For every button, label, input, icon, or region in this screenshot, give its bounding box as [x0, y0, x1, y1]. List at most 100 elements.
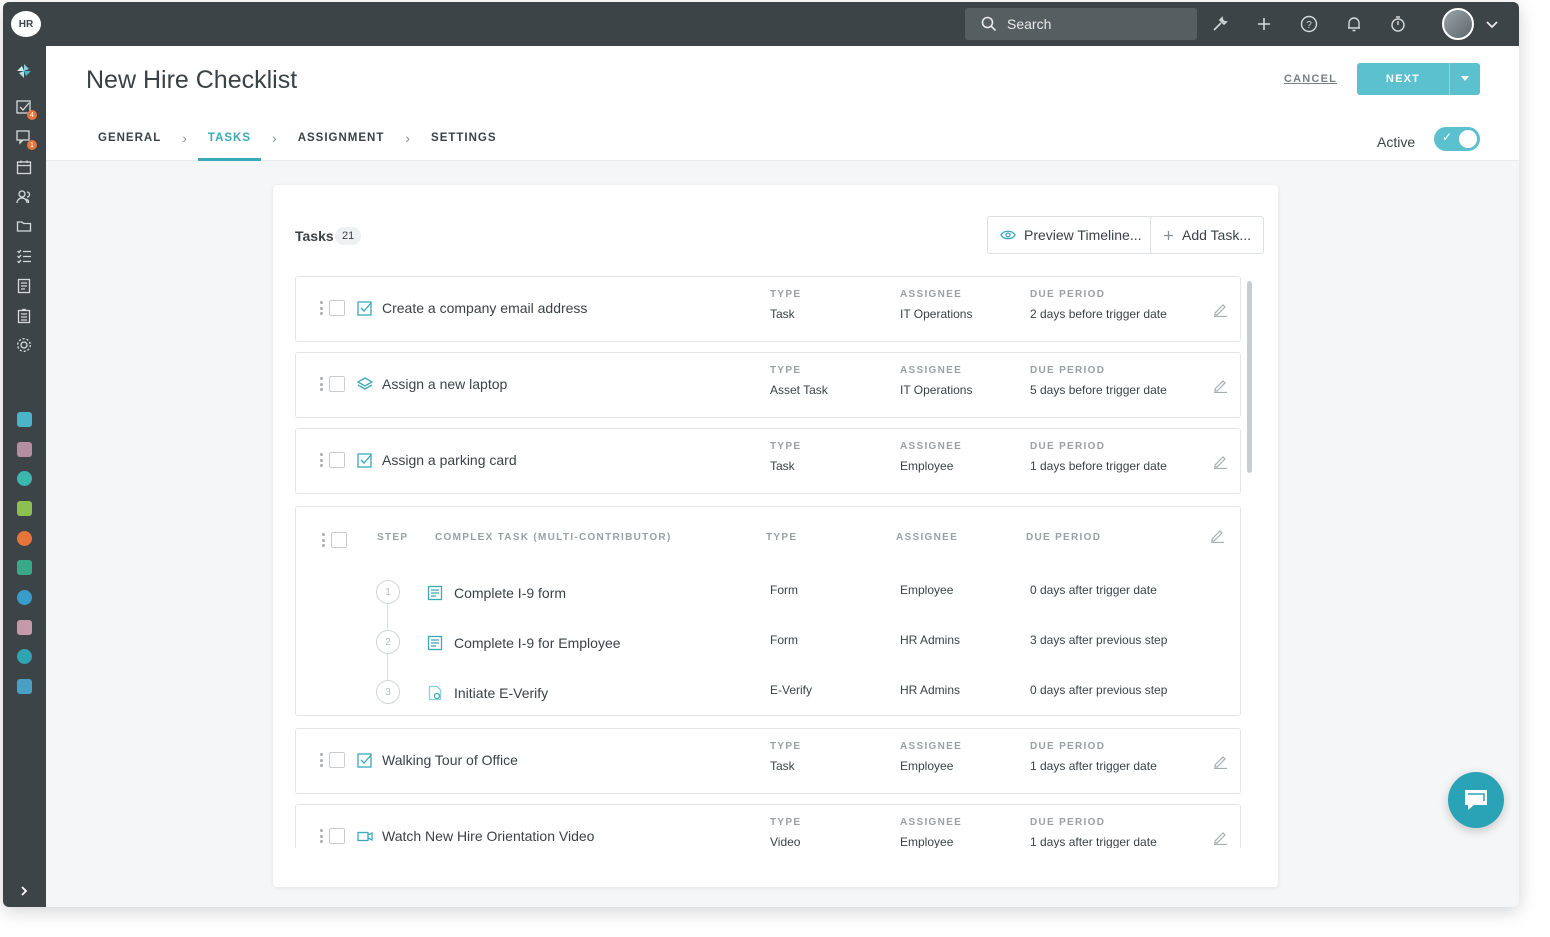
calendar-icon[interactable] [15, 158, 33, 176]
check-icon: ✓ [1442, 130, 1453, 144]
app-analytics-icon[interactable] [17, 412, 32, 427]
edit-pencil-icon[interactable] [1212, 377, 1228, 393]
document-icon[interactable] [15, 277, 33, 295]
chat-launcher-button[interactable] [1448, 772, 1504, 828]
active-toggle[interactable]: ✓ [1434, 127, 1480, 151]
step-type-value: E-Verify [770, 683, 813, 697]
plus-icon[interactable] [1253, 13, 1275, 35]
messages-icon[interactable]: 1 [15, 128, 37, 150]
step-settings[interactable]: SETTINGS [427, 132, 501, 144]
layers-icon [357, 376, 373, 392]
step-due-value: 0 days after trigger date [1030, 583, 1157, 597]
edit-pencil-icon[interactable] [1209, 527, 1225, 543]
task-row[interactable]: Watch New Hire Orientation Video TYPE Vi… [295, 804, 1241, 848]
step-type-value: Form [770, 583, 798, 597]
eye-icon [1000, 229, 1016, 241]
edit-pencil-icon[interactable] [1212, 453, 1228, 469]
type-label: TYPE [770, 289, 802, 300]
task-row[interactable]: Assign a parking card TYPE Task ASSIGNEE… [295, 428, 1241, 494]
app-badge-icon[interactable] [17, 531, 32, 546]
drag-handle-icon[interactable] [322, 533, 326, 547]
app-logo[interactable]: HR [11, 11, 41, 37]
app-target-icon[interactable] [17, 649, 32, 664]
wrench-icon[interactable] [1209, 13, 1231, 35]
task-list: Create a company email address TYPE Task… [295, 276, 1241, 848]
form-icon [427, 585, 443, 601]
app-recruit-icon[interactable] [17, 442, 32, 457]
page-header: New Hire Checklist CANCEL NEXT GENERAL ›… [46, 46, 1519, 161]
settings-gear-icon[interactable] [15, 336, 33, 354]
search-icon [981, 16, 997, 32]
task-checkbox[interactable] [329, 376, 345, 392]
toggle-knob [1459, 130, 1477, 148]
step-task-name[interactable]: Initiate E-Verify [454, 685, 548, 701]
drag-handle-icon[interactable] [320, 829, 324, 843]
step-number: 1 [376, 580, 400, 604]
bell-icon[interactable] [1343, 13, 1365, 35]
task-checkbox[interactable] [329, 752, 345, 768]
search-box[interactable]: Search [965, 8, 1197, 40]
task-row[interactable]: Walking Tour of Office TYPE Task ASSIGNE… [295, 728, 1241, 794]
tasks-icon[interactable]: 4 [15, 98, 37, 120]
app-people-search-icon[interactable] [17, 590, 32, 605]
step-assignment[interactable]: ASSIGNMENT [294, 132, 389, 144]
drag-handle-icon[interactable] [320, 753, 324, 767]
edit-pencil-icon[interactable] [1212, 829, 1228, 845]
pinwheel-icon[interactable] [15, 62, 33, 80]
task-name[interactable]: Assign a parking card [382, 452, 517, 468]
chevron-right-icon[interactable] [15, 882, 33, 900]
step-task-name[interactable]: Complete I-9 form [454, 585, 566, 601]
task-checkbox[interactable] [329, 300, 345, 316]
form-icon [427, 635, 443, 651]
cancel-button[interactable]: CANCEL [1284, 73, 1337, 85]
type-value: Asset Task [770, 383, 828, 397]
complex-task-group[interactable]: STEP COMPLEX TASK (MULTI-CONTRIBUTOR) TY… [295, 506, 1241, 716]
task-name[interactable]: Assign a new laptop [382, 376, 507, 392]
checklist-icon[interactable] [15, 247, 33, 265]
avatar[interactable] [1442, 8, 1474, 40]
step-general[interactable]: GENERAL [94, 132, 165, 144]
step-number: 2 [376, 630, 400, 654]
task-row[interactable]: Create a company email address TYPE Task… [295, 276, 1241, 342]
app-book-icon[interactable] [17, 679, 32, 694]
edit-pencil-icon[interactable] [1212, 753, 1228, 769]
preview-timeline-button[interactable]: Preview Timeline... [987, 216, 1155, 254]
people-icon[interactable] [15, 188, 33, 206]
clipboard-icon[interactable] [15, 307, 33, 325]
task-checkbox[interactable] [331, 532, 347, 548]
task-checkbox[interactable] [329, 452, 345, 468]
help-icon[interactable]: ? [1298, 13, 1320, 35]
plus-icon [1163, 230, 1174, 241]
chevron-down-icon[interactable] [1481, 13, 1503, 35]
app-search-icon[interactable] [17, 471, 32, 486]
next-dropdown-caret-icon[interactable] [1449, 63, 1480, 95]
app-chart-icon[interactable] [17, 501, 32, 516]
task-list-scrollbar[interactable] [1247, 281, 1252, 473]
step-tasks[interactable]: TASKS [197, 132, 262, 161]
task-name[interactable]: Watch New Hire Orientation Video [382, 828, 594, 844]
task-row[interactable]: Assign a new laptop TYPE Asset Task ASSI… [295, 352, 1241, 418]
task-name[interactable]: Create a company email address [382, 300, 587, 316]
due-period-label: DUE PERIOD [1030, 289, 1106, 300]
drag-handle-icon[interactable] [320, 301, 324, 315]
next-button-label: NEXT [1385, 73, 1421, 85]
type-value: Task [770, 759, 795, 773]
type-column-header: TYPE [766, 532, 798, 543]
add-task-button[interactable]: Add Task... [1150, 216, 1265, 254]
step-task-name[interactable]: Complete I-9 for Employee [454, 635, 621, 651]
due-period-value: 2 days before trigger date [1030, 307, 1167, 321]
timer-icon[interactable] [1387, 13, 1409, 35]
type-value: Task [770, 459, 795, 473]
task-checkbox[interactable] [329, 828, 345, 844]
next-button[interactable]: NEXT [1357, 63, 1480, 95]
chat-bubble-icon [1465, 790, 1487, 810]
app-monitor-icon[interactable] [17, 560, 32, 575]
task-name[interactable]: Walking Tour of Office [382, 752, 518, 768]
edit-pencil-icon[interactable] [1212, 301, 1228, 317]
folder-icon[interactable] [15, 217, 33, 235]
drag-handle-icon[interactable] [320, 377, 324, 391]
step-assignee-value: Employee [900, 583, 954, 597]
due-period-label: DUE PERIOD [1030, 365, 1106, 376]
drag-handle-icon[interactable] [320, 453, 324, 467]
app-building-icon[interactable] [17, 620, 32, 635]
